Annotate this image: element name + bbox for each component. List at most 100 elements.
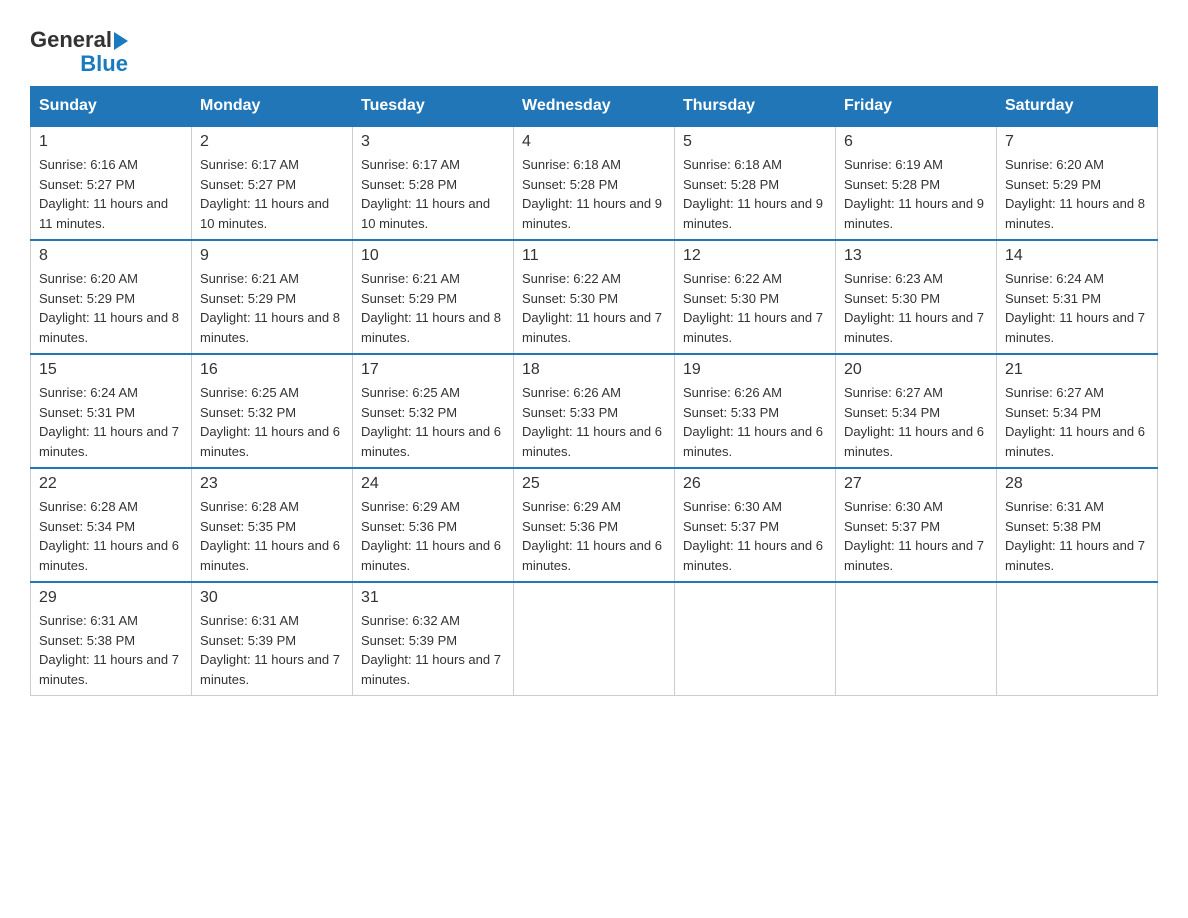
day-info: Sunrise: 6:26 AM Sunset: 5:33 PM Dayligh… xyxy=(683,383,827,461)
day-number: 18 xyxy=(522,361,666,379)
calendar-cell: 4 Sunrise: 6:18 AM Sunset: 5:28 PM Dayli… xyxy=(514,126,675,240)
calendar-cell: 28 Sunrise: 6:31 AM Sunset: 5:38 PM Dayl… xyxy=(997,468,1158,582)
calendar-cell: 30 Sunrise: 6:31 AM Sunset: 5:39 PM Dayl… xyxy=(192,582,353,696)
calendar-cell: 2 Sunrise: 6:17 AM Sunset: 5:27 PM Dayli… xyxy=(192,126,353,240)
day-info: Sunrise: 6:17 AM Sunset: 5:27 PM Dayligh… xyxy=(200,155,344,233)
calendar-week-4: 22 Sunrise: 6:28 AM Sunset: 5:34 PM Dayl… xyxy=(31,468,1158,582)
weekday-header-saturday: Saturday xyxy=(997,87,1158,127)
logo-blue: Blue xyxy=(80,52,128,76)
calendar-cell: 17 Sunrise: 6:25 AM Sunset: 5:32 PM Dayl… xyxy=(353,354,514,468)
calendar-cell: 5 Sunrise: 6:18 AM Sunset: 5:28 PM Dayli… xyxy=(675,126,836,240)
day-number: 29 xyxy=(39,589,183,607)
day-number: 3 xyxy=(361,133,505,151)
day-info: Sunrise: 6:25 AM Sunset: 5:32 PM Dayligh… xyxy=(200,383,344,461)
calendar-cell: 1 Sunrise: 6:16 AM Sunset: 5:27 PM Dayli… xyxy=(31,126,192,240)
day-number: 4 xyxy=(522,133,666,151)
day-info: Sunrise: 6:27 AM Sunset: 5:34 PM Dayligh… xyxy=(844,383,988,461)
day-number: 30 xyxy=(200,589,344,607)
day-number: 7 xyxy=(1005,133,1149,151)
calendar-cell: 10 Sunrise: 6:21 AM Sunset: 5:29 PM Dayl… xyxy=(353,240,514,354)
calendar-cell: 29 Sunrise: 6:31 AM Sunset: 5:38 PM Dayl… xyxy=(31,582,192,696)
day-number: 13 xyxy=(844,247,988,265)
weekday-header-monday: Monday xyxy=(192,87,353,127)
weekday-header-row: SundayMondayTuesdayWednesdayThursdayFrid… xyxy=(31,87,1158,127)
calendar-week-2: 8 Sunrise: 6:20 AM Sunset: 5:29 PM Dayli… xyxy=(31,240,1158,354)
weekday-header-sunday: Sunday xyxy=(31,87,192,127)
calendar-week-1: 1 Sunrise: 6:16 AM Sunset: 5:27 PM Dayli… xyxy=(31,126,1158,240)
day-info: Sunrise: 6:22 AM Sunset: 5:30 PM Dayligh… xyxy=(683,269,827,347)
day-number: 16 xyxy=(200,361,344,379)
weekday-header-tuesday: Tuesday xyxy=(353,87,514,127)
day-number: 10 xyxy=(361,247,505,265)
calendar-cell: 8 Sunrise: 6:20 AM Sunset: 5:29 PM Dayli… xyxy=(31,240,192,354)
day-number: 28 xyxy=(1005,475,1149,493)
day-number: 27 xyxy=(844,475,988,493)
calendar-week-3: 15 Sunrise: 6:24 AM Sunset: 5:31 PM Dayl… xyxy=(31,354,1158,468)
day-number: 12 xyxy=(683,247,827,265)
day-info: Sunrise: 6:17 AM Sunset: 5:28 PM Dayligh… xyxy=(361,155,505,233)
day-info: Sunrise: 6:25 AM Sunset: 5:32 PM Dayligh… xyxy=(361,383,505,461)
calendar-cell: 6 Sunrise: 6:19 AM Sunset: 5:28 PM Dayli… xyxy=(836,126,997,240)
day-number: 24 xyxy=(361,475,505,493)
day-info: Sunrise: 6:21 AM Sunset: 5:29 PM Dayligh… xyxy=(361,269,505,347)
day-number: 21 xyxy=(1005,361,1149,379)
calendar-cell xyxy=(836,582,997,696)
day-number: 5 xyxy=(683,133,827,151)
calendar-week-5: 29 Sunrise: 6:31 AM Sunset: 5:38 PM Dayl… xyxy=(31,582,1158,696)
calendar-cell: 27 Sunrise: 6:30 AM Sunset: 5:37 PM Dayl… xyxy=(836,468,997,582)
calendar-cell: 18 Sunrise: 6:26 AM Sunset: 5:33 PM Dayl… xyxy=(514,354,675,468)
day-info: Sunrise: 6:18 AM Sunset: 5:28 PM Dayligh… xyxy=(683,155,827,233)
calendar-cell: 31 Sunrise: 6:32 AM Sunset: 5:39 PM Dayl… xyxy=(353,582,514,696)
calendar-cell: 23 Sunrise: 6:28 AM Sunset: 5:35 PM Dayl… xyxy=(192,468,353,582)
day-info: Sunrise: 6:24 AM Sunset: 5:31 PM Dayligh… xyxy=(1005,269,1149,347)
day-number: 2 xyxy=(200,133,344,151)
calendar-cell: 7 Sunrise: 6:20 AM Sunset: 5:29 PM Dayli… xyxy=(997,126,1158,240)
calendar-cell xyxy=(514,582,675,696)
calendar-cell: 22 Sunrise: 6:28 AM Sunset: 5:34 PM Dayl… xyxy=(31,468,192,582)
day-info: Sunrise: 6:23 AM Sunset: 5:30 PM Dayligh… xyxy=(844,269,988,347)
logo: General Blue xyxy=(30,28,128,76)
calendar-cell xyxy=(675,582,836,696)
day-number: 20 xyxy=(844,361,988,379)
day-number: 11 xyxy=(522,247,666,265)
logo-arrow-icon xyxy=(114,32,128,50)
calendar-cell: 24 Sunrise: 6:29 AM Sunset: 5:36 PM Dayl… xyxy=(353,468,514,582)
day-info: Sunrise: 6:28 AM Sunset: 5:34 PM Dayligh… xyxy=(39,497,183,575)
day-number: 31 xyxy=(361,589,505,607)
calendar-cell: 12 Sunrise: 6:22 AM Sunset: 5:30 PM Dayl… xyxy=(675,240,836,354)
calendar-cell: 11 Sunrise: 6:22 AM Sunset: 5:30 PM Dayl… xyxy=(514,240,675,354)
calendar-cell: 19 Sunrise: 6:26 AM Sunset: 5:33 PM Dayl… xyxy=(675,354,836,468)
calendar-cell: 21 Sunrise: 6:27 AM Sunset: 5:34 PM Dayl… xyxy=(997,354,1158,468)
day-info: Sunrise: 6:24 AM Sunset: 5:31 PM Dayligh… xyxy=(39,383,183,461)
day-info: Sunrise: 6:30 AM Sunset: 5:37 PM Dayligh… xyxy=(683,497,827,575)
logo-general: General xyxy=(30,28,112,52)
day-info: Sunrise: 6:30 AM Sunset: 5:37 PM Dayligh… xyxy=(844,497,988,575)
day-info: Sunrise: 6:16 AM Sunset: 5:27 PM Dayligh… xyxy=(39,155,183,233)
weekday-header-thursday: Thursday xyxy=(675,87,836,127)
day-number: 8 xyxy=(39,247,183,265)
day-number: 17 xyxy=(361,361,505,379)
day-number: 9 xyxy=(200,247,344,265)
day-info: Sunrise: 6:32 AM Sunset: 5:39 PM Dayligh… xyxy=(361,611,505,689)
calendar-cell: 9 Sunrise: 6:21 AM Sunset: 5:29 PM Dayli… xyxy=(192,240,353,354)
day-number: 6 xyxy=(844,133,988,151)
day-info: Sunrise: 6:31 AM Sunset: 5:39 PM Dayligh… xyxy=(200,611,344,689)
calendar-cell: 20 Sunrise: 6:27 AM Sunset: 5:34 PM Dayl… xyxy=(836,354,997,468)
day-number: 14 xyxy=(1005,247,1149,265)
day-info: Sunrise: 6:19 AM Sunset: 5:28 PM Dayligh… xyxy=(844,155,988,233)
day-info: Sunrise: 6:29 AM Sunset: 5:36 PM Dayligh… xyxy=(522,497,666,575)
calendar-table: SundayMondayTuesdayWednesdayThursdayFrid… xyxy=(30,86,1158,696)
day-info: Sunrise: 6:20 AM Sunset: 5:29 PM Dayligh… xyxy=(1005,155,1149,233)
page-header: General Blue xyxy=(30,20,1158,76)
calendar-cell: 16 Sunrise: 6:25 AM Sunset: 5:32 PM Dayl… xyxy=(192,354,353,468)
day-info: Sunrise: 6:28 AM Sunset: 5:35 PM Dayligh… xyxy=(200,497,344,575)
calendar-cell: 3 Sunrise: 6:17 AM Sunset: 5:28 PM Dayli… xyxy=(353,126,514,240)
day-number: 22 xyxy=(39,475,183,493)
calendar-cell: 15 Sunrise: 6:24 AM Sunset: 5:31 PM Dayl… xyxy=(31,354,192,468)
day-info: Sunrise: 6:21 AM Sunset: 5:29 PM Dayligh… xyxy=(200,269,344,347)
day-number: 26 xyxy=(683,475,827,493)
day-info: Sunrise: 6:18 AM Sunset: 5:28 PM Dayligh… xyxy=(522,155,666,233)
day-info: Sunrise: 6:27 AM Sunset: 5:34 PM Dayligh… xyxy=(1005,383,1149,461)
day-number: 23 xyxy=(200,475,344,493)
day-number: 25 xyxy=(522,475,666,493)
